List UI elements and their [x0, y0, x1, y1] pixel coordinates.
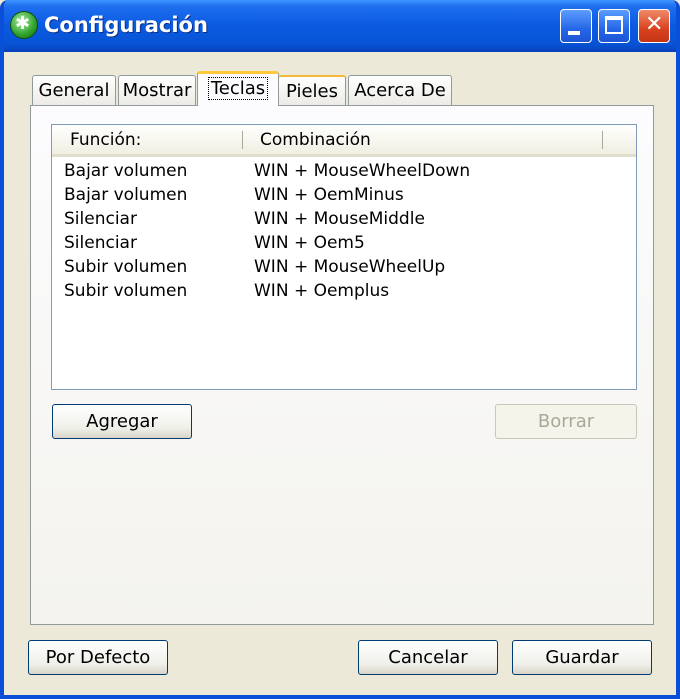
list-item[interactable]: Subir volumen WIN + MouseWheelUp	[52, 257, 636, 281]
list-header: Función: Combinación	[52, 125, 636, 157]
minimize-button[interactable]	[560, 9, 592, 43]
tab-mostrar[interactable]: Mostrar	[118, 75, 196, 105]
function-cell: Silenciar	[64, 209, 137, 229]
hotkeys-list[interactable]: Función: Combinación Bajar volumen WIN +…	[51, 124, 637, 390]
tab-pieles[interactable]: Pieles	[278, 75, 346, 105]
list-item[interactable]: Subir volumen WIN + Oemplus	[52, 281, 636, 305]
settings-window: Configuración General Mostrar Teclas Pie…	[0, 0, 680, 699]
tab-general[interactable]: General	[32, 75, 116, 105]
tab-acerca-de[interactable]: Acerca De	[348, 75, 452, 105]
title-bar[interactable]: Configuración	[4, 0, 676, 52]
combination-cell: WIN + MouseMiddle	[254, 209, 425, 229]
column-header-funcion[interactable]: Función:	[70, 130, 141, 150]
combination-cell: WIN + Oemplus	[254, 281, 390, 301]
combination-cell: WIN + Oem5	[254, 233, 365, 253]
add-button[interactable]: Agregar	[52, 404, 192, 439]
tab-teclas[interactable]: Teclas	[197, 71, 279, 106]
tab-acerca-de-label: Acerca De	[354, 80, 446, 101]
list-item[interactable]: Silenciar WIN + Oem5	[52, 233, 636, 257]
function-cell: Bajar volumen	[64, 185, 188, 205]
tab-panel-teclas: Función: Combinación Bajar volumen WIN +…	[30, 105, 654, 625]
column-divider[interactable]	[602, 131, 603, 149]
tab-mostrar-label: Mostrar	[122, 80, 192, 101]
tab-pieles-label: Pieles	[286, 81, 338, 102]
close-button[interactable]	[638, 9, 670, 43]
list-item[interactable]: Bajar volumen WIN + MouseWheelDown	[52, 161, 636, 185]
defaults-button[interactable]: Por Defecto	[28, 640, 168, 675]
column-divider[interactable]	[242, 131, 243, 149]
app-gear-icon	[10, 11, 38, 39]
cancel-button[interactable]: Cancelar	[358, 640, 498, 675]
column-header-combinacion[interactable]: Combinación	[260, 130, 371, 150]
save-button[interactable]: Guardar	[512, 640, 652, 675]
list-item[interactable]: Bajar volumen WIN + OemMinus	[52, 185, 636, 209]
function-cell: Bajar volumen	[64, 161, 188, 181]
function-cell: Subir volumen	[64, 257, 188, 277]
maximize-button[interactable]	[598, 9, 630, 43]
function-cell: Silenciar	[64, 233, 137, 253]
combination-cell: WIN + MouseWheelUp	[254, 257, 446, 277]
window-title: Configuración	[44, 13, 208, 37]
combination-cell: WIN + OemMinus	[254, 185, 404, 205]
combination-cell: WIN + MouseWheelDown	[254, 161, 471, 181]
tab-teclas-label: Teclas	[207, 77, 269, 100]
tab-general-label: General	[38, 80, 110, 101]
function-cell: Subir volumen	[64, 281, 188, 301]
list-item[interactable]: Silenciar WIN + MouseMiddle	[52, 209, 636, 233]
delete-button[interactable]: Borrar	[495, 404, 637, 439]
